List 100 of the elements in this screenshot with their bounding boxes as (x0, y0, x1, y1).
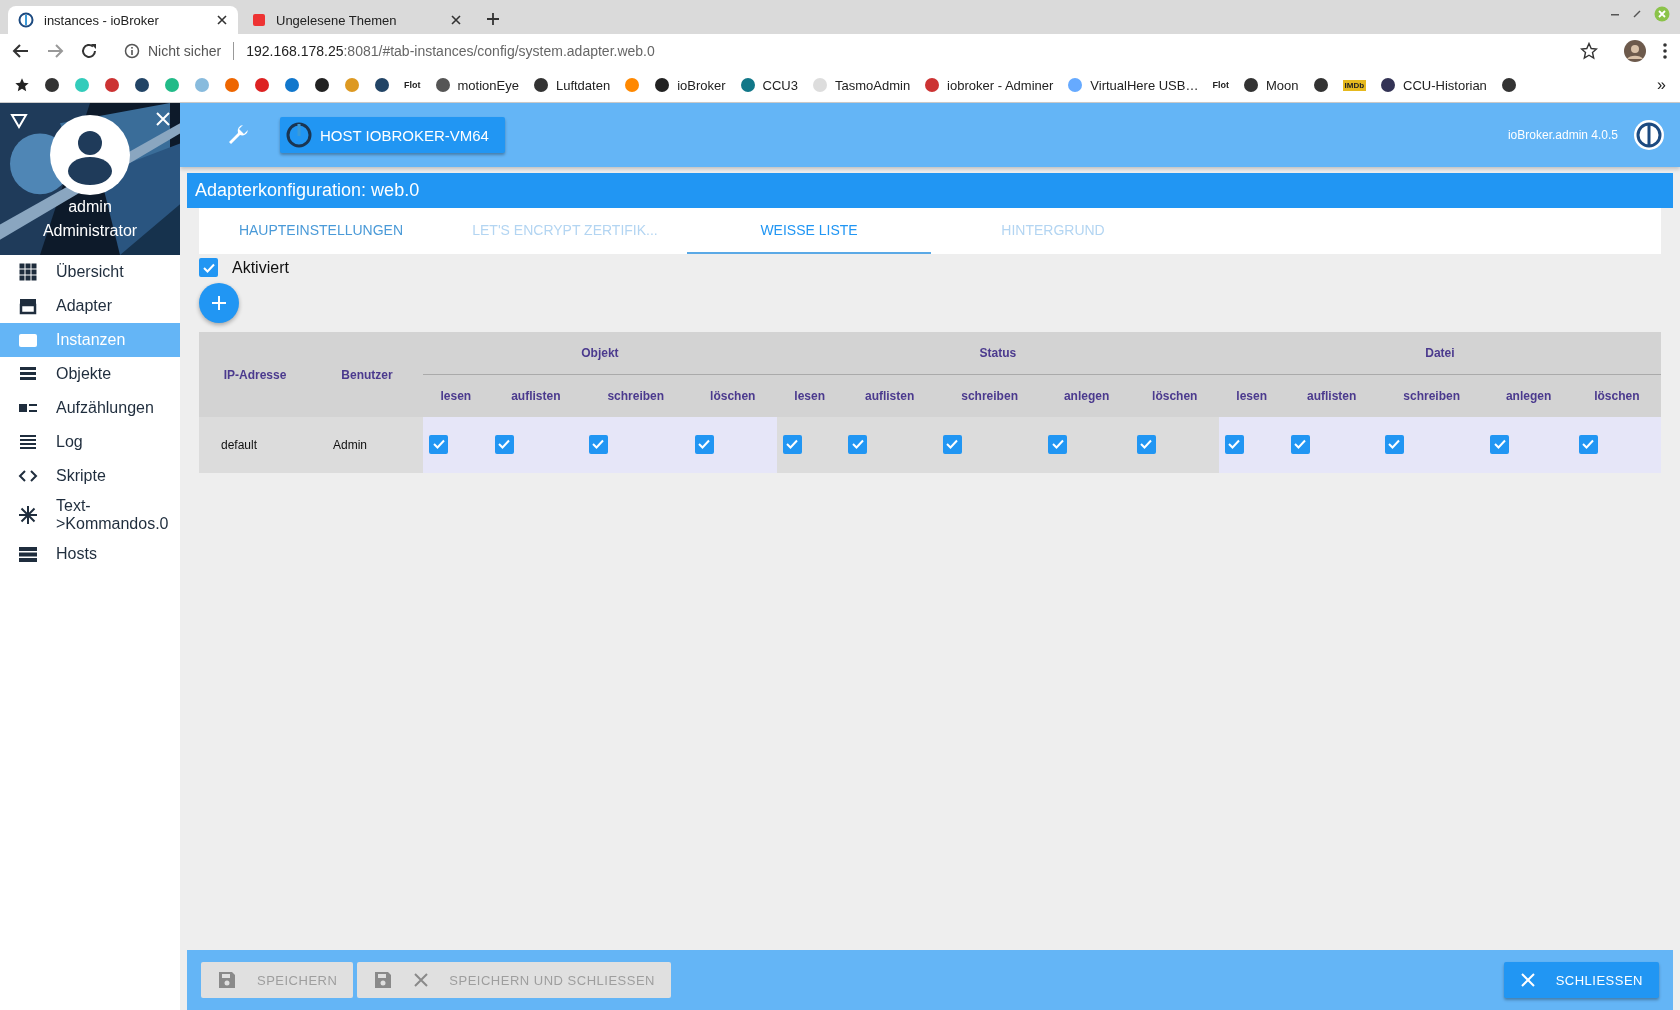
url-path: :8081/#tab-instances/config/system.adapter.web.0 (343, 43, 655, 59)
check-icon (785, 437, 800, 452)
bookmark-icon (434, 77, 451, 93)
logo-icon[interactable] (1634, 120, 1664, 150)
info-icon (124, 43, 140, 59)
bookmark[interactable]: iobroker - Adminer (924, 77, 1054, 93)
checkbox[interactable] (1224, 434, 1244, 454)
url-host: 192.168.178.25 (246, 43, 344, 59)
check-icon (1581, 437, 1596, 452)
sidebar-item-icon (18, 505, 38, 525)
bookmark-icon (1380, 77, 1397, 93)
star-icon[interactable] (1580, 42, 1598, 60)
security-label: Nicht sicher (148, 43, 222, 59)
add-button[interactable] (199, 283, 239, 323)
column-header: auflisten (842, 374, 937, 417)
checkbox[interactable] (429, 434, 448, 454)
sidebar-item[interactable]: Übersicht (0, 255, 180, 289)
checkbox[interactable] (1290, 434, 1310, 454)
star-icon (14, 77, 30, 93)
checkbox[interactable] (942, 434, 962, 454)
page-title: Adapterkonfiguration: web.0 (187, 173, 1673, 208)
column-header: schreiben (1378, 374, 1485, 417)
column-header: anlegen (1042, 374, 1131, 417)
close-icon (1519, 972, 1536, 988)
sidebar-item[interactable]: Log (0, 425, 180, 459)
version-label: ioBroker.admin 4.0.5 (1507, 128, 1618, 142)
bookmark-icon[interactable] (374, 77, 390, 93)
bookmark[interactable]: IMDb (1342, 79, 1367, 91)
new-tab-icon[interactable] (486, 12, 500, 26)
sidebar-item[interactable]: Hosts (0, 537, 180, 571)
checkbox[interactable] (782, 434, 802, 454)
reload-icon[interactable] (80, 42, 98, 60)
check-icon (1050, 437, 1065, 452)
checkbox[interactable] (1136, 434, 1156, 454)
bookmark[interactable]: VirtualHere USB… (1067, 77, 1199, 93)
logo-icon (18, 12, 34, 28)
sidebar-item[interactable]: Adapter (0, 289, 180, 323)
column-group-header: Status (776, 332, 1219, 375)
check-icon (945, 437, 960, 452)
check-icon (1293, 437, 1307, 452)
checkbox-label: Aktiviert (232, 258, 289, 277)
bookmark[interactable]: Flot (404, 80, 421, 90)
bookmark[interactable]: TasmoAdmin (811, 77, 911, 93)
column-header: schreiben (582, 374, 689, 417)
bookmark-icon[interactable] (44, 77, 60, 93)
column-header: löschen (688, 374, 777, 417)
more-bookmarks[interactable]: » (1657, 76, 1666, 94)
column-header: lesen (776, 374, 843, 417)
bookmark[interactable]: motionEye (434, 77, 519, 93)
check-icon (1139, 437, 1154, 452)
checkbox[interactable] (694, 434, 714, 454)
sidebar-item-icon (18, 262, 38, 282)
column-header: auflisten (488, 374, 583, 417)
sidebar-item-icon (18, 432, 38, 452)
bookmark-icon[interactable] (1312, 77, 1329, 93)
forward-icon[interactable] (46, 42, 64, 60)
save-icon (217, 970, 237, 990)
sidebar-item[interactable]: Aufzählungen (0, 391, 180, 425)
bookmark[interactable]: Luftdaten (532, 77, 611, 93)
user-name: admin (68, 197, 112, 217)
checkbox[interactable] (848, 434, 868, 454)
plus-icon (210, 294, 228, 312)
check-icon (431, 437, 446, 452)
column-header: Benutzer (311, 332, 423, 417)
close-icon[interactable] (216, 14, 228, 26)
bookmark[interactable]: Flot (1212, 80, 1229, 90)
menu-icon[interactable] (1662, 42, 1668, 60)
browser-tab[interactable]: Ungelesene Themen (242, 6, 472, 34)
bookmark[interactable]: CCU3 (739, 77, 798, 93)
bookmark[interactable]: CCU-Historian (1380, 77, 1487, 93)
column-header: lesen (423, 374, 489, 417)
checkbox[interactable] (1384, 434, 1404, 454)
profile-avatar-icon[interactable] (1624, 40, 1646, 62)
bookmark-icon[interactable] (134, 77, 150, 93)
save-icon (373, 970, 394, 990)
bookmark-icon[interactable] (1500, 77, 1517, 93)
table-cell: Admin (311, 417, 423, 473)
checkbox[interactable] (494, 434, 514, 454)
dropdown-triangle-icon[interactable] (10, 113, 28, 129)
bookmark[interactable]: Moon (1242, 77, 1299, 93)
checkbox[interactable] (1048, 434, 1068, 454)
close-icon[interactable] (450, 14, 462, 26)
column-header: IP-Adresse (199, 332, 311, 417)
column-header: löschen (1572, 374, 1661, 417)
restore-icon[interactable] (1632, 9, 1642, 19)
bookmark-icon (924, 77, 941, 93)
bookmark-icon (1242, 77, 1259, 93)
sidebar-item[interactable]: Objekte (0, 357, 180, 391)
bookmark-icon (654, 77, 671, 93)
bookmark-icon[interactable] (314, 77, 330, 93)
back-icon[interactable] (12, 42, 30, 60)
bookmark[interactable]: ioBroker (654, 77, 726, 93)
host-status-icon (286, 122, 312, 148)
checkbox[interactable] (588, 434, 608, 454)
checkbox[interactable] (1578, 434, 1598, 454)
browser-tab[interactable]: instances - ioBroker (8, 6, 238, 34)
checkbox[interactable] (199, 258, 218, 277)
sidebar-item[interactable]: Skripte (0, 459, 180, 493)
checkbox[interactable] (1490, 434, 1510, 454)
sidebar-item[interactable]: Text->Kommandos.0 (0, 493, 180, 537)
